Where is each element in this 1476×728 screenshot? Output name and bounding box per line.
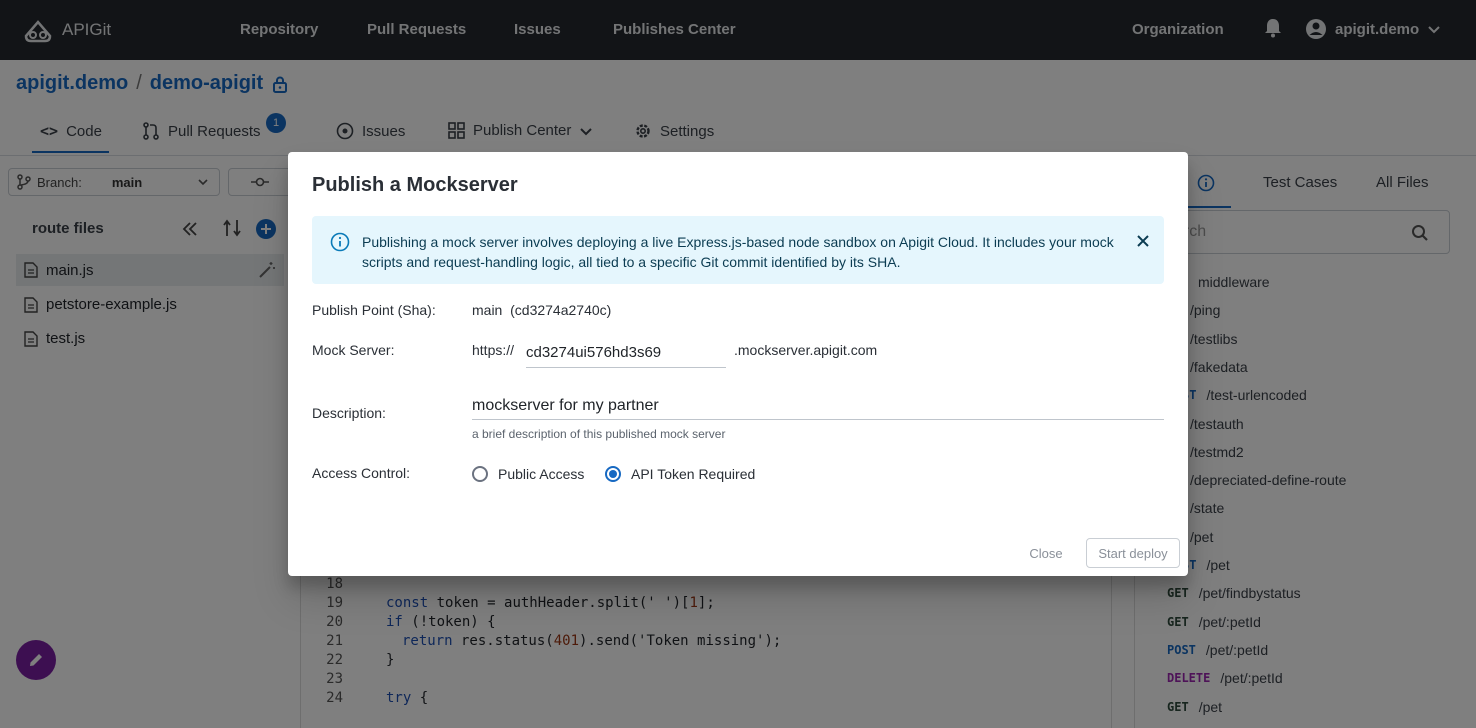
radio-public-access[interactable]: Public Access bbox=[472, 466, 584, 482]
close-button[interactable]: Close bbox=[1018, 538, 1074, 568]
publish-point-label: Publish Point (Sha): bbox=[312, 302, 436, 318]
info-icon bbox=[330, 232, 350, 252]
mock-server-suffix: .mockserver.apigit.com bbox=[734, 342, 878, 358]
description-input[interactable] bbox=[472, 392, 1164, 420]
publish-mockserver-dialog: Publish a Mockserver Publishing a mock s… bbox=[288, 152, 1188, 576]
radio-label: API Token Required bbox=[631, 466, 756, 482]
access-control-label: Access Control: bbox=[312, 465, 411, 481]
publish-point-value: main (cd3274a2740c) bbox=[472, 302, 612, 318]
close-alert-button[interactable] bbox=[1132, 230, 1154, 252]
info-alert: Publishing a mock server involves deploy… bbox=[312, 216, 1164, 284]
radio-checked-icon bbox=[605, 466, 621, 482]
close-icon bbox=[1137, 235, 1149, 247]
description-label: Description: bbox=[312, 405, 386, 421]
radio-api-token-required[interactable]: API Token Required bbox=[605, 466, 755, 482]
dialog-title: Publish a Mockserver bbox=[312, 174, 518, 196]
mock-server-prefix: https:// bbox=[472, 342, 515, 358]
start-deploy-button[interactable]: Start deploy bbox=[1086, 538, 1180, 568]
mock-server-label: Mock Server: bbox=[312, 342, 395, 358]
mock-server-subdomain-input[interactable] bbox=[526, 338, 726, 368]
radio-label: Public Access bbox=[498, 466, 585, 482]
alert-message: Publishing a mock server involves deploy… bbox=[362, 234, 1114, 270]
radio-unchecked-icon bbox=[472, 466, 488, 482]
description-helper-text: a brief description of this published mo… bbox=[472, 427, 726, 441]
